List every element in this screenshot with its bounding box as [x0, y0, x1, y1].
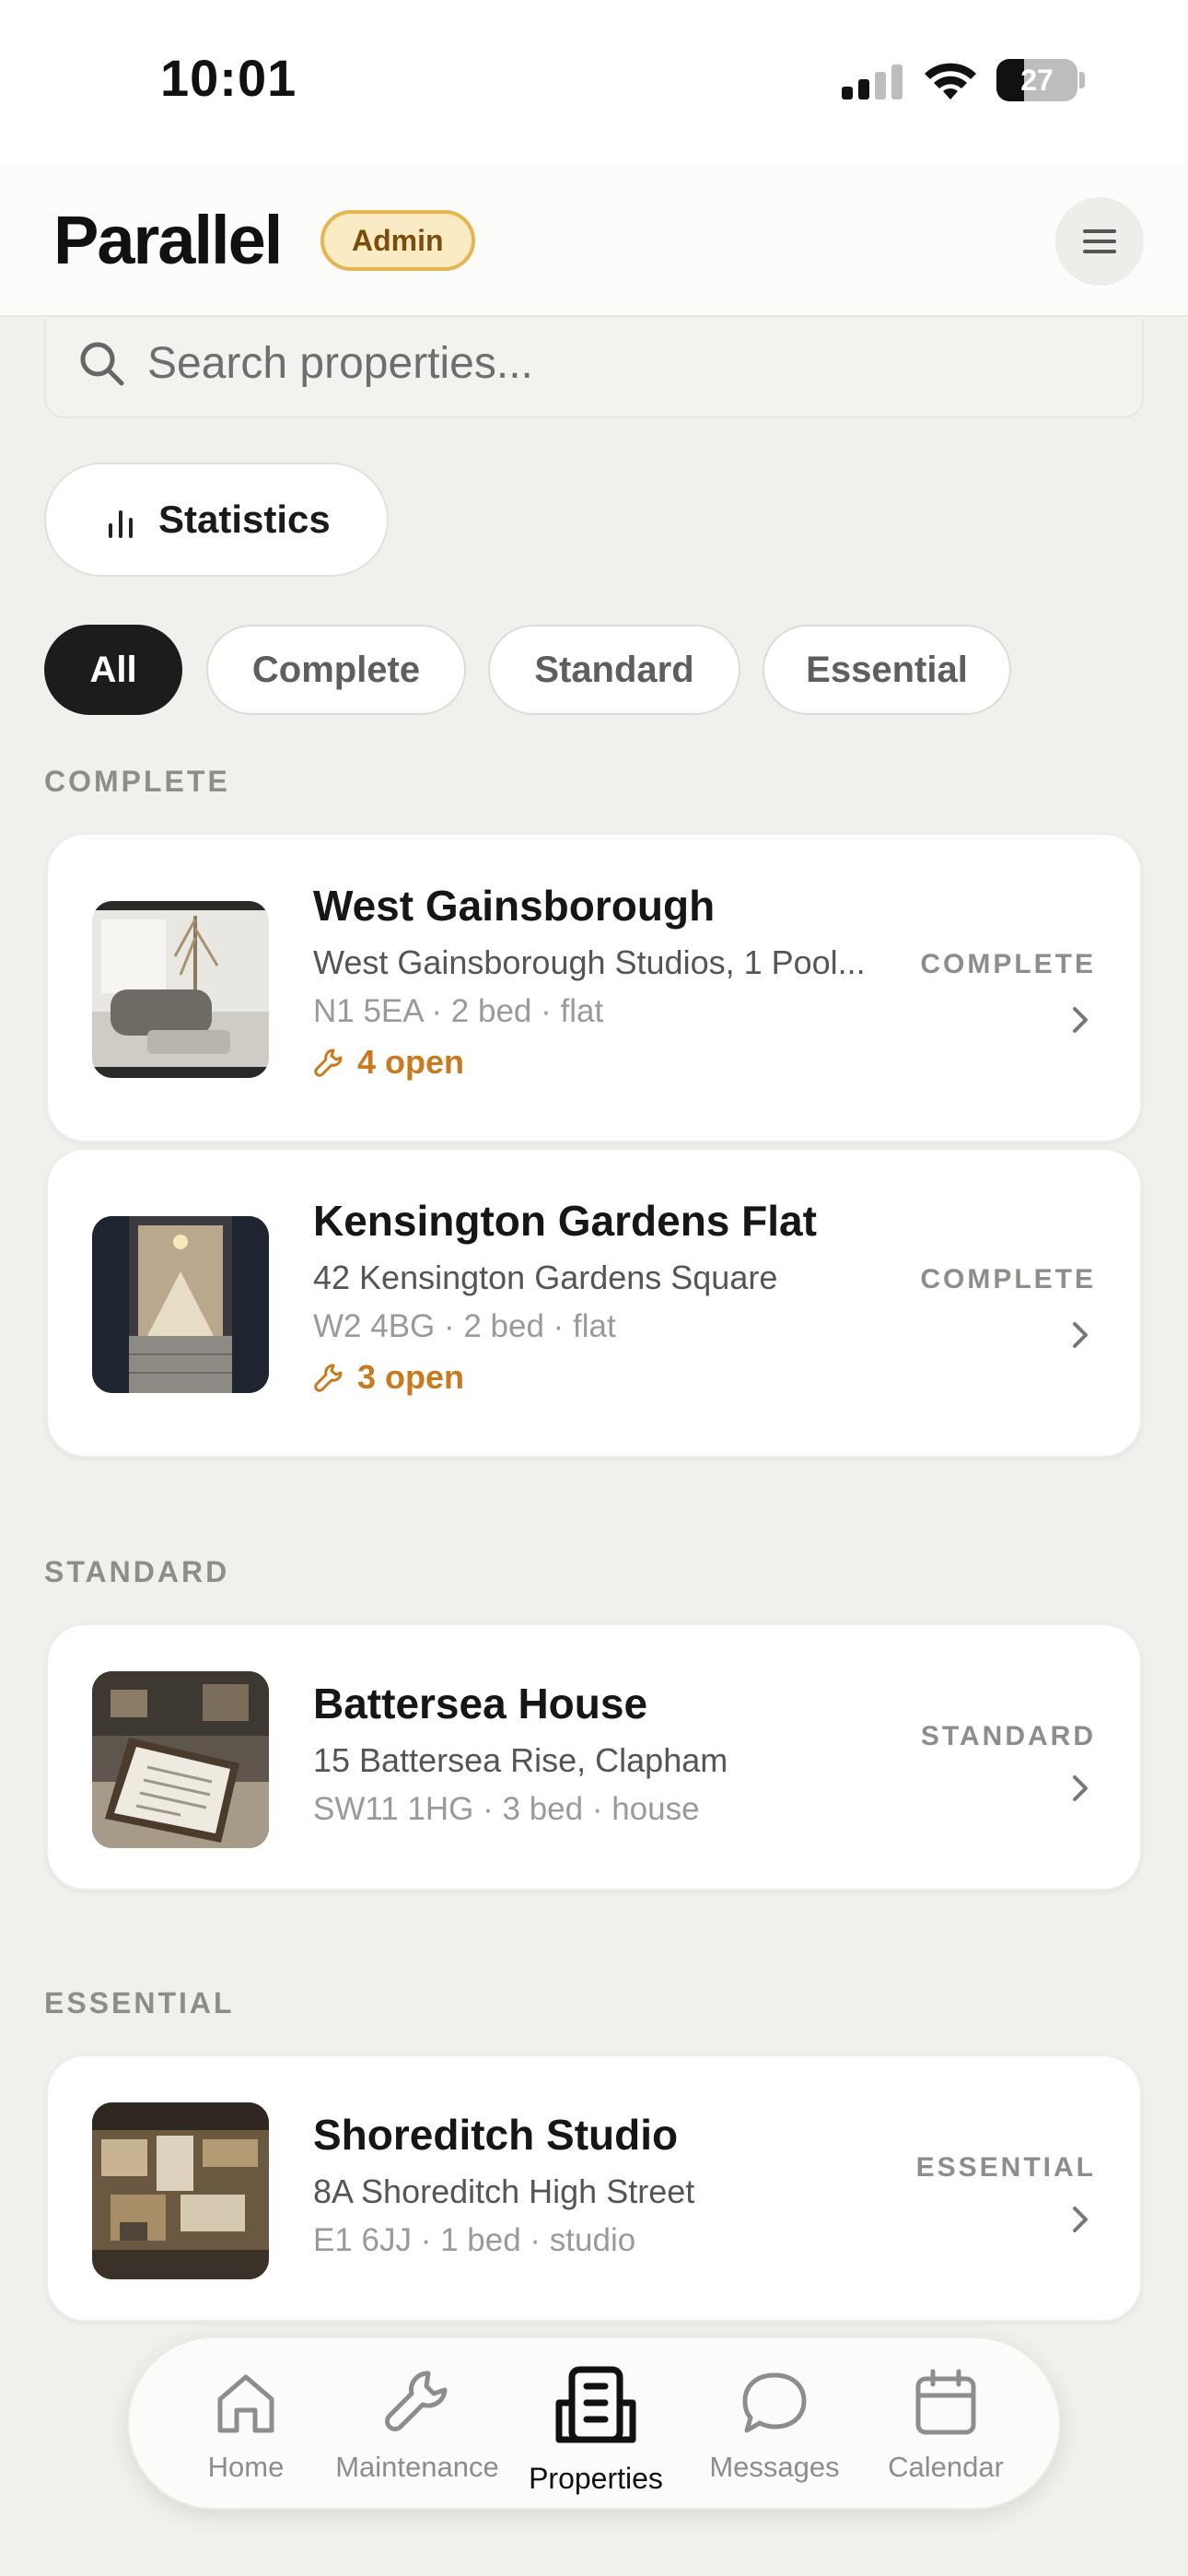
- nav-messages[interactable]: Messages: [687, 2366, 862, 2495]
- chevron-right-icon: [1073, 1322, 1088, 1348]
- nav-properties[interactable]: Properties: [508, 2366, 683, 2495]
- status-bar: 10:01 27: [0, 0, 1188, 162]
- property-card[interactable]: Shoreditch Studio 8A Shoreditch High Str…: [46, 2055, 1142, 2322]
- nav-home[interactable]: Home: [158, 2366, 333, 2495]
- nav-properties-label: Properties: [529, 2462, 663, 2495]
- section-label-complete: COMPLETE: [44, 765, 230, 798]
- filter-essential[interactable]: Essential: [763, 625, 1011, 715]
- statistics-label: Statistics: [158, 498, 331, 541]
- hamburger-icon: [1083, 229, 1116, 253]
- nav-messages-label: Messages: [709, 2451, 840, 2483]
- bar-chart-icon: [109, 510, 133, 538]
- property-tier: COMPLETE: [920, 949, 1096, 979]
- menu-button[interactable]: [1055, 197, 1144, 286]
- battery-icon: 27: [996, 59, 1085, 101]
- property-name: Shoreditch Studio: [313, 2111, 679, 2159]
- property-name: Battersea House: [313, 1680, 648, 1727]
- app-root: 10:01 27 Parallel Admin Search propertie…: [0, 0, 1188, 2576]
- open-issues-count: 4 open: [357, 1043, 465, 1081]
- chat-bubble-icon: [742, 2372, 807, 2433]
- nav-home-label: Home: [207, 2451, 285, 2483]
- home-icon: [217, 2374, 274, 2433]
- nav-calendar[interactable]: Calendar: [858, 2366, 1033, 2495]
- chevron-right-icon: [1073, 1775, 1088, 1801]
- property-tier: COMPLETE: [920, 1264, 1096, 1294]
- section-label-essential: ESSENTIAL: [44, 1986, 235, 2020]
- wrench-icon: [314, 1048, 343, 1077]
- search-input[interactable]: [147, 319, 1068, 407]
- status-time: 10:01: [160, 49, 297, 107]
- search-bar: [44, 319, 1144, 418]
- filter-complete[interactable]: Complete: [206, 625, 466, 715]
- property-name: West Gainsborough: [313, 882, 716, 930]
- chevron-right-icon: [1073, 2207, 1088, 2232]
- app-header: Parallel Admin: [0, 162, 1188, 317]
- property-address: 15 Battersea Rise, Clapham: [313, 1741, 728, 1779]
- bottom-navigation: Home Maintenance Properties Messages Cal…: [127, 2336, 1061, 2510]
- wrench-icon: [314, 1364, 343, 1392]
- property-card[interactable]: Battersea House 15 Battersea Rise, Claph…: [46, 1623, 1142, 1891]
- property-tier: STANDARD: [920, 1721, 1096, 1751]
- property-address: West Gainsborough Studios, 1 Pool...: [313, 943, 866, 981]
- property-meta: E1 6JJ · 1 bed · studio: [313, 2222, 636, 2258]
- property-meta: W2 4BG · 2 bed · flat: [313, 1308, 616, 1344]
- section-label-standard: STANDARD: [44, 1555, 230, 1588]
- app-logo: Parallel: [53, 202, 283, 278]
- property-thumbnail: [92, 1216, 269, 1393]
- nav-maintenance-label: Maintenance: [335, 2451, 499, 2483]
- open-issues: 3 open: [313, 1358, 464, 1397]
- property-thumbnail: [92, 901, 269, 1078]
- admin-badge: Admin: [320, 210, 475, 271]
- statistics-button[interactable]: Statistics: [44, 463, 389, 577]
- property-meta: SW11 1HG · 3 bed · house: [313, 1791, 700, 1827]
- property-meta: N1 5EA · 2 bed · flat: [313, 993, 604, 1029]
- nav-maintenance[interactable]: Maintenance: [330, 2366, 505, 2495]
- calendar-icon: [915, 2369, 976, 2435]
- search-icon: [80, 342, 124, 386]
- battery-level: 27: [1020, 64, 1054, 97]
- property-address: 42 Kensington Gardens Square: [313, 1259, 778, 1296]
- property-tier: ESSENTIAL: [915, 2152, 1096, 2183]
- wrench-icon: [385, 2371, 448, 2431]
- property-address: 8A Shoreditch High Street: [313, 2172, 695, 2210]
- wifi-icon: [925, 63, 976, 100]
- filter-standard[interactable]: Standard: [488, 625, 740, 715]
- filter-all[interactable]: All: [44, 625, 182, 715]
- property-thumbnail: [92, 1671, 269, 1848]
- building-icon: [555, 2366, 636, 2443]
- chevron-right-icon: [1073, 1007, 1088, 1033]
- cellular-signal-icon: [842, 64, 903, 100]
- open-issues: 4 open: [313, 1043, 464, 1082]
- property-card[interactable]: Kensington Gardens Flat 42 Kensington Ga…: [46, 1148, 1142, 1458]
- property-name: Kensington Gardens Flat: [313, 1197, 817, 1245]
- property-thumbnail: [92, 2102, 269, 2279]
- property-card[interactable]: West Gainsborough West Gainsborough Stud…: [46, 833, 1142, 1142]
- nav-calendar-label: Calendar: [888, 2451, 1004, 2483]
- open-issues-count: 3 open: [357, 1358, 465, 1396]
